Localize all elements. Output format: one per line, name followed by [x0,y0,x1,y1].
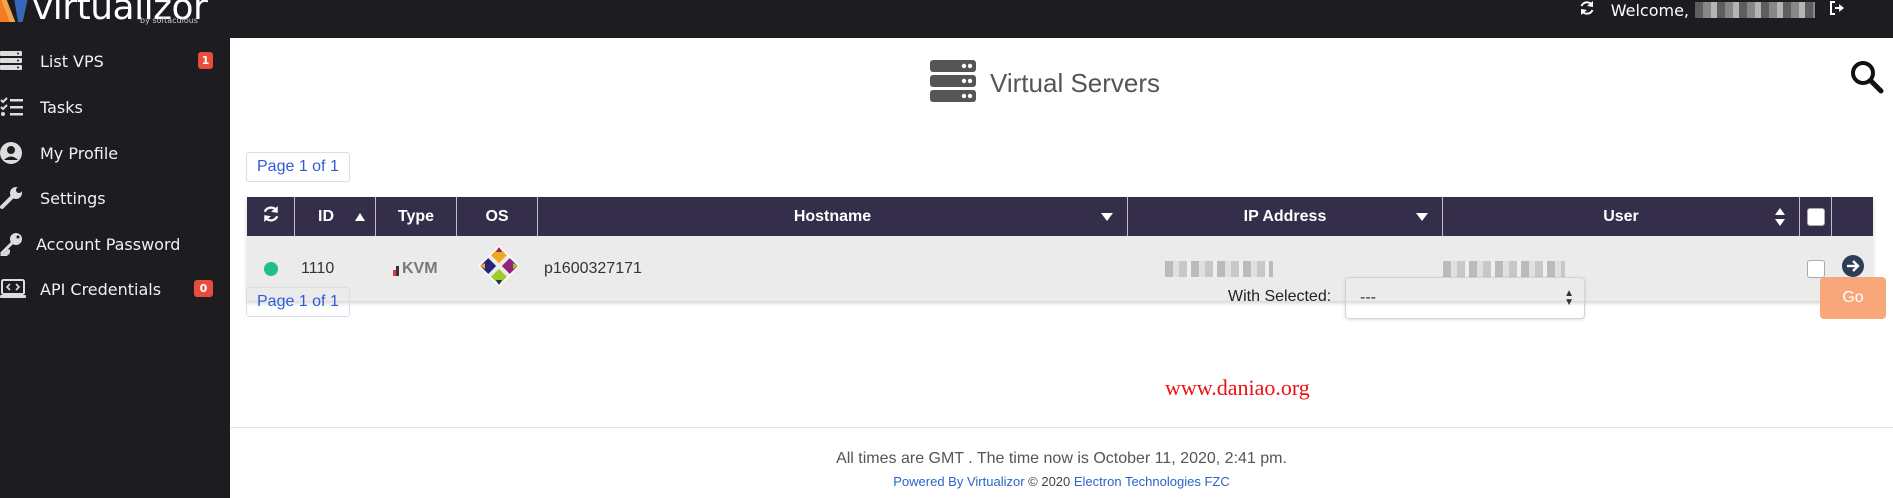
row-select-checkbox[interactable] [1807,259,1825,278]
vps-hostname-cell: p1600327171 [544,236,1124,301]
sidebar-item-list-vps[interactable]: List VPS 1 [0,46,230,76]
footer-credits: Powered By Virtualizor © 2020 Electron T… [230,474,1893,489]
username-redacted [1695,2,1815,18]
column-header-label: OS [485,207,509,225]
sidebar-item-api-credentials[interactable]: API Credentials 0 [0,274,230,304]
sidebar: List VPS 1 Tasks My Profile Settings Acc… [0,38,230,498]
sidebar-item-label: Settings [40,188,106,208]
refresh-icon [262,205,280,228]
logo-mark-icon [0,0,30,22]
column-header-label: Type [397,207,435,225]
sort-desc-icon [1416,197,1428,236]
vps-type-label: KVM [402,259,438,277]
pagination-top[interactable]: Page 1 of 1 [246,152,350,182]
kvm-logo-icon: KVM [393,260,438,278]
pagination-label: Page 1 of 1 [257,158,339,175]
refresh-icon[interactable] [1579,0,1595,20]
column-header-label: IP Address [1243,207,1327,225]
vps-os-cell [477,236,521,301]
sidebar-item-label: List VPS [40,51,104,71]
page-title: Virtual Servers [930,60,1160,106]
list-vps-count-badge: 1 [198,52,213,69]
sort-both-icon [1775,197,1785,236]
laptop-code-icon [0,277,28,301]
vps-table: ID Type OS Hostname IP Address User 1110… [247,197,1873,301]
wrench-icon [0,186,28,210]
logo-subtitle: by softaculous [140,16,198,25]
sort-asc-icon [355,197,365,236]
tasks-icon [0,95,28,119]
go-button[interactable]: Go [1820,277,1886,319]
servers-icon [930,60,976,106]
pagination-bottom[interactable]: Page 1 of 1 [246,287,350,317]
column-header-label: Hostname [793,207,872,225]
centos-logo-icon [478,245,520,291]
api-credentials-count-badge: 0 [194,280,213,297]
column-header-label: ID [318,207,334,225]
status-online-dot [264,261,278,276]
watermark-text: www.daniao.org [1165,375,1310,400]
company-link[interactable]: Electron Technologies FZC [1074,474,1230,489]
column-header-ip-address[interactable]: IP Address [1128,197,1443,236]
logout-icon[interactable] [1829,0,1845,20]
copyright-text: © 2020 [1024,474,1074,489]
column-header-os: OS [457,197,538,236]
select-arrows-icon: ▲ ▼ [1564,288,1574,308]
welcome-label: Welcome, [1610,0,1689,20]
column-header-id[interactable]: ID [295,197,376,236]
sort-desc-icon [1101,197,1113,236]
column-header-hostname[interactable]: Hostname [538,197,1128,236]
column-header-user[interactable]: User [1443,197,1800,236]
search-icon[interactable] [1850,60,1884,94]
table-header: ID Type OS Hostname IP Address User [247,197,1873,236]
select-all-cell [1800,197,1832,236]
powered-by-link[interactable]: Powered By Virtualizor [893,474,1024,489]
footer-divider [230,427,1893,428]
refresh-table-button[interactable] [247,197,295,236]
select-all-checkbox[interactable] [1806,207,1825,226]
footer-time-line: All times are GMT . The time now is Octo… [836,450,1287,467]
vps-type-cell: KVM [393,236,453,301]
with-selected-label: With Selected: [1228,288,1332,305]
sidebar-item-tasks[interactable]: Tasks [0,92,230,122]
key-icon [0,232,28,256]
bulk-action-select-value: --- [1360,289,1376,306]
vps-hostname: p1600327171 [544,259,642,277]
user-circle-icon [0,141,28,165]
sidebar-item-label: Tasks [40,97,83,117]
top-right-area: Welcome, [1579,0,1845,20]
bulk-action-select[interactable]: --- ▲ ▼ [1345,277,1585,319]
column-header-label: User [1603,207,1639,225]
top-bar: virtualizor by softaculous Welcome, [0,0,1893,38]
server-list-icon [0,49,28,73]
vps-id: 1110 [301,259,335,277]
column-header-type: Type [376,197,457,236]
page-title-text: Virtual Servers [990,67,1161,98]
sidebar-item-account-password[interactable]: Account Password [0,229,230,259]
sidebar-item-label: Account Password [36,234,181,254]
sidebar-item-label: API Credentials [40,279,162,299]
pagination-label: Page 1 of 1 [257,293,339,310]
ip-address-redacted [1165,260,1273,277]
column-header-actions [1832,197,1873,236]
user-redacted [1443,260,1565,277]
virtualizor-logo[interactable]: virtualizor by softaculous [0,0,208,28]
sidebar-item-settings[interactable]: Settings [0,183,230,213]
sidebar-item-my-profile[interactable]: My Profile [0,138,230,168]
main-content: Virtual Servers Page 1 of 1 ID Type OS H… [230,38,1893,498]
sidebar-item-label: My Profile [40,143,119,163]
